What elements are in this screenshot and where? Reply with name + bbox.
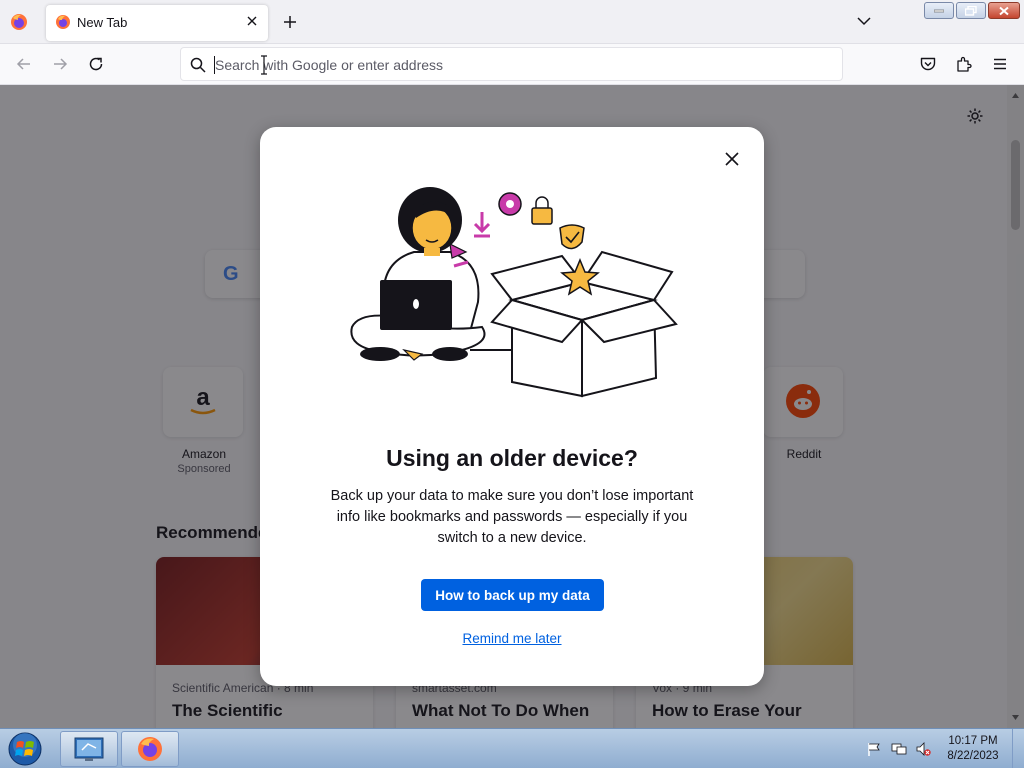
ibeam-cursor-icon: [261, 55, 267, 75]
search-icon: [190, 57, 206, 73]
navigation-toolbar: [0, 44, 1024, 85]
firefox-view-icon[interactable]: [9, 12, 29, 32]
pocket-icon[interactable]: [919, 55, 937, 73]
tab-title: New Tab: [77, 15, 128, 30]
tab-bar: New Tab: [0, 0, 1024, 44]
remind-me-later-link[interactable]: Remind me later: [260, 631, 764, 646]
windows-taskbar: 10:17 PM 8/22/2023: [0, 728, 1024, 768]
clock-date: 8/22/2023: [947, 750, 999, 762]
url-input[interactable]: [215, 56, 815, 74]
taskbar-firefox-button[interactable]: [121, 731, 179, 767]
restore-button[interactable]: [956, 2, 986, 19]
volume-muted-icon[interactable]: [915, 741, 931, 757]
back-arrow-icon[interactable]: [15, 55, 33, 73]
new-tab-plus-icon[interactable]: [280, 12, 300, 32]
close-window-button[interactable]: [988, 2, 1020, 19]
close-icon[interactable]: [722, 149, 742, 169]
reload-icon[interactable]: [87, 55, 105, 73]
backup-data-button[interactable]: How to back up my data: [421, 579, 604, 611]
forward-arrow-icon[interactable]: [51, 55, 69, 73]
chevron-down-icon[interactable]: [855, 12, 873, 30]
address-bar[interactable]: [180, 47, 843, 81]
tab-new-tab[interactable]: New Tab: [46, 5, 268, 41]
device-backup-illustration: [350, 187, 678, 398]
extensions-puzzle-icon[interactable]: [955, 55, 973, 73]
windows-start-icon[interactable]: [6, 731, 44, 767]
minimize-button[interactable]: [924, 2, 954, 19]
close-tab-icon[interactable]: [244, 13, 260, 29]
dialog-title: Using an older device?: [386, 445, 638, 471]
clock-time: 10:17 PM: [948, 735, 998, 747]
system-clock[interactable]: 10:17 PM 8/22/2023: [940, 734, 1006, 764]
firefox-favicon-icon: [56, 15, 70, 29]
backup-dialog: Using an older device? Back up your data…: [260, 127, 764, 686]
firefox-taskbar-icon: [138, 737, 162, 761]
desktop-window-icon: [74, 737, 104, 761]
show-desktop-button[interactable]: [1012, 729, 1024, 768]
taskbar-explorer-button[interactable]: [60, 731, 118, 767]
network-icon[interactable]: [891, 741, 907, 757]
window-controls: [924, 2, 1020, 20]
dialog-body: Back up your data to make sure you don’t…: [330, 488, 694, 546]
hamburger-menu-icon[interactable]: [991, 55, 1009, 73]
action-center-flag-icon[interactable]: [866, 741, 882, 757]
text-caret: [214, 56, 215, 74]
